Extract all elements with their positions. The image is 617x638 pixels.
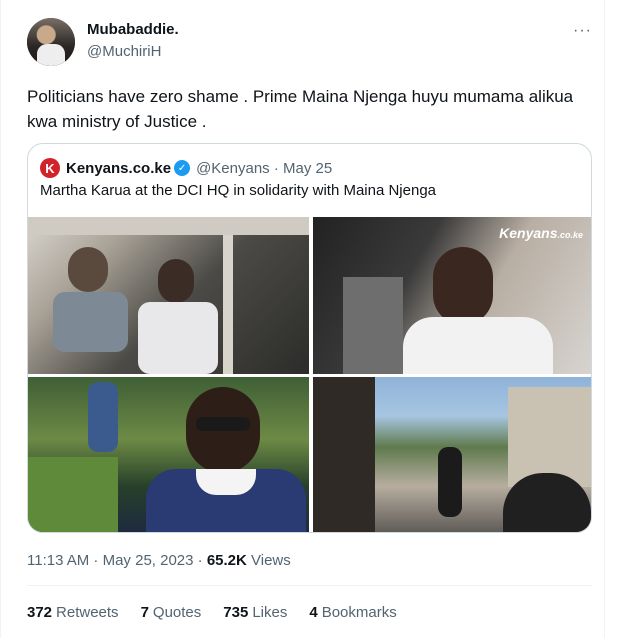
- gate-post: [313, 377, 375, 532]
- woman-collar: [403, 317, 553, 374]
- divider: [27, 585, 592, 586]
- watermark-main: Kenyans: [499, 225, 558, 241]
- verified-badge-icon: ✓: [174, 160, 191, 176]
- views-count: 65.2K: [206, 552, 247, 569]
- tweet-card: Mubabaddie. @MuchiriH ··· Politicians ha…: [0, 0, 605, 638]
- quotes-label: Quotes: [152, 604, 202, 621]
- passenger-head-1: [68, 247, 108, 292]
- woman-blouse: [196, 469, 256, 495]
- building: [508, 387, 591, 487]
- bookmarks-label: Bookmarks: [321, 604, 397, 621]
- quotes-stat[interactable]: 7 Quotes: [141, 604, 202, 621]
- tweet-text: Politicians have zero shame . Prime Main…: [27, 84, 587, 134]
- tweet-text-line-2: kwa ministry of Justice .: [27, 112, 207, 131]
- person-walking: [438, 447, 462, 517]
- bookmarks-stat[interactable]: 4 Bookmarks: [309, 604, 396, 621]
- author-handle[interactable]: @MuchiriH: [87, 43, 161, 60]
- photo-woman-outdoors[interactable]: [28, 377, 309, 532]
- likes-count: 735: [223, 604, 249, 621]
- photo-woman-in-car[interactable]: Kenyans.co.ke: [313, 217, 591, 374]
- hedge: [28, 457, 118, 532]
- more-options-icon[interactable]: ···: [573, 22, 592, 40]
- retweets-label: Retweets: [56, 604, 119, 621]
- passenger-head-2: [158, 259, 194, 303]
- car-pillar: [223, 235, 233, 374]
- timestamp-text: 11:13 AM · May 25, 2023 ·: [27, 552, 207, 569]
- kenyans-watermark: Kenyans.co.ke: [499, 225, 583, 241]
- avatar[interactable]: [27, 18, 75, 66]
- views-label: Views: [246, 552, 291, 569]
- quoted-tweet-text: Martha Karua at the DCI HQ in solidarity…: [40, 182, 437, 199]
- woman-head: [433, 247, 493, 325]
- tweet-text-line-1: Politicians have zero shame . Prime Main…: [27, 87, 574, 106]
- likes-stat[interactable]: 735 Likes: [223, 604, 287, 621]
- watermark-sub: .co.ke: [557, 230, 583, 240]
- photo-car-passengers[interactable]: [28, 217, 309, 374]
- quotes-count: 7: [140, 604, 149, 621]
- bystander: [88, 382, 118, 452]
- passenger-body-2: [138, 302, 218, 374]
- engagement-stats: 372 Retweets 7 Quotes 735 Likes 4 Bookmarks: [27, 604, 397, 621]
- kenyans-logo-icon: K: [40, 158, 60, 178]
- sunglasses: [196, 417, 250, 431]
- quoted-tweet-header: K Kenyans.co.ke ✓ @Kenyans · May 25: [40, 158, 332, 178]
- quoted-handle-date[interactable]: @Kenyans · May 25: [196, 160, 332, 177]
- avatar-detail: [37, 44, 65, 66]
- retweets-stat[interactable]: 372 Retweets: [27, 604, 119, 621]
- retweets-count: 372: [27, 604, 53, 621]
- tweet-timestamp[interactable]: 11:13 AM · May 25, 2023 · 65.2K Views: [27, 552, 291, 569]
- car-roof: [28, 217, 309, 235]
- passenger-body-1: [53, 292, 128, 352]
- author-name[interactable]: Mubabaddie.: [87, 21, 179, 38]
- quoted-author-name[interactable]: Kenyans.co.ke: [66, 160, 171, 177]
- bookmarks-count: 4: [309, 604, 318, 621]
- photo-dci-gate[interactable]: [313, 377, 591, 532]
- passenger-shoulder: [343, 277, 403, 374]
- quoted-tweet[interactable]: K Kenyans.co.ke ✓ @Kenyans · May 25 Mart…: [27, 143, 592, 533]
- likes-label: Likes: [252, 604, 288, 621]
